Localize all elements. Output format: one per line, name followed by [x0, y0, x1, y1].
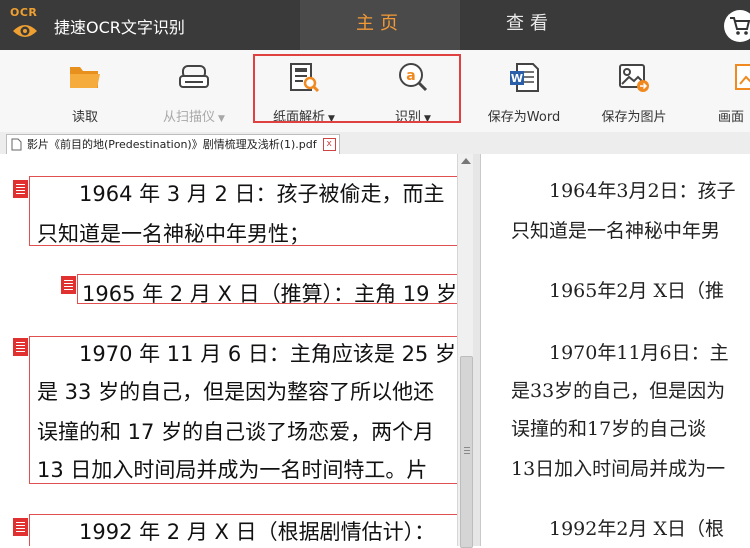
- text-block-marker-icon[interactable]: [13, 338, 28, 356]
- source-line: 1970 年 11 月 6 日：主角应该是 25 岁: [37, 342, 456, 366]
- text-block-marker-icon[interactable]: [61, 276, 76, 294]
- text-block-marker-icon[interactable]: [13, 518, 28, 536]
- app-logo: OCR: [8, 6, 44, 46]
- text-block-marker-icon[interactable]: [13, 180, 28, 198]
- highlight-box: [253, 54, 461, 123]
- source-line: 误撞的和 17 岁的自己谈了场恋爱，两个月: [37, 420, 435, 444]
- pdf-file-icon: [11, 138, 22, 151]
- source-line: 1965 年 2 月 X 日（推算）：主角 19 岁: [82, 282, 458, 306]
- eye-icon: [13, 25, 37, 37]
- close-tab-icon[interactable]: x: [322, 138, 336, 151]
- save-word-label: 保存为Word: [487, 110, 561, 125]
- source-line: 是 33 岁的自己，但是因为整容了所以他还: [37, 380, 435, 404]
- result-line: 1992年2月 X日（根: [511, 518, 725, 540]
- screen-button[interactable]: 画面: [712, 58, 750, 128]
- save-image-label: 保存为图片: [601, 110, 667, 125]
- title-bar: OCR 捷速OCR文字识别 主页 查看: [0, 0, 750, 50]
- vertical-scrollbar[interactable]: [457, 154, 474, 548]
- read-label: 读取: [71, 110, 98, 125]
- document-tab[interactable]: 影片《前目的地(Predestination)》剧情梳理及浅析(1).pdf x: [6, 134, 340, 154]
- scanner-label: 从扫描仪 ▼: [163, 110, 225, 125]
- cart-icon: [730, 17, 750, 35]
- result-line: 13日加入时间局并成为一: [511, 458, 726, 480]
- result-line: 是33岁的自己，但是因为: [511, 380, 726, 402]
- logo-text: OCR: [10, 6, 38, 19]
- scrollbar-thumb[interactable]: [460, 356, 473, 548]
- source-line: 1964 年 3 月 2 日：孩子被偷走，而主: [37, 182, 445, 206]
- folder-icon: [70, 67, 100, 88]
- thumb-grip: [464, 450, 470, 451]
- word-icon: W: [510, 63, 539, 92]
- image-icon: [619, 64, 649, 92]
- thumb-grip: [464, 447, 470, 448]
- app-title: 捷速OCR文字识别: [54, 18, 185, 37]
- scanner-icon: [179, 65, 209, 88]
- screen-label: 画面: [718, 110, 745, 125]
- svg-text:W: W: [511, 72, 523, 85]
- document-filename: 影片《前目的地(Predestination)》剧情梳理及浅析(1).pdf: [27, 138, 317, 151]
- read-button[interactable]: 读取: [44, 58, 126, 128]
- result-line: 1965年2月 X日（推: [511, 280, 725, 302]
- result-line: 1970年11月6日：主: [511, 342, 729, 364]
- result-line: 只知道是一名神秘中年男: [511, 220, 721, 242]
- pane-splitter[interactable]: [473, 154, 481, 546]
- source-line: 13 日加入时间局并成为一名时间特工。片: [37, 458, 428, 482]
- recognized-text-pane[interactable]: 1964年3月2日：孩子 只知道是一名神秘中年男 1965年2月 X日（推 19…: [481, 154, 750, 546]
- source-line: 1992 年 2 月 X 日（根据剧情估计）：: [37, 520, 436, 544]
- tab-view[interactable]: 查看: [460, 0, 600, 50]
- screen-icon: [735, 64, 750, 90]
- scanner-button[interactable]: 从扫描仪 ▼: [146, 58, 242, 128]
- result-line: 误撞的和17岁的自己谈: [511, 418, 707, 440]
- tab-home[interactable]: 主页: [300, 0, 460, 50]
- scroll-up-icon[interactable]: [461, 158, 471, 164]
- source-line: 只知道是一名神秘中年男性；: [37, 222, 310, 246]
- save-image-button[interactable]: 保存为图片: [592, 58, 676, 128]
- document-tab-bar: 影片《前目的地(Predestination)》剧情梳理及浅析(1).pdf x: [0, 132, 750, 155]
- cart-button[interactable]: [724, 10, 750, 42]
- source-page-pane[interactable]: 1964 年 3 月 2 日：孩子被偷走，而主 只知道是一名神秘中年男性； 19…: [0, 154, 458, 546]
- result-line: 1964年3月2日：孩子: [511, 180, 736, 202]
- thumb-grip: [464, 453, 470, 454]
- save-word-button[interactable]: W 保存为Word: [478, 58, 570, 128]
